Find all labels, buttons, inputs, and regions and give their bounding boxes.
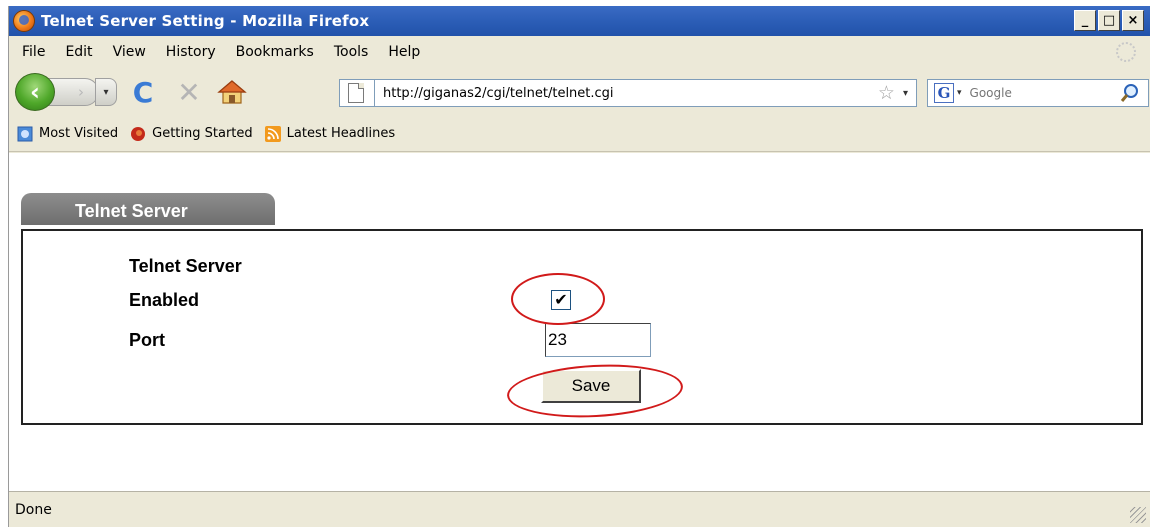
menu-help[interactable]: Help	[378, 44, 430, 60]
most-visited-icon	[17, 126, 33, 141]
engine-dropdown-icon[interactable]: ▾	[957, 88, 962, 98]
home-icon	[217, 80, 247, 104]
bookmark-label: Latest Headlines	[286, 126, 396, 141]
history-dropdown-icon[interactable]: ▾	[95, 78, 117, 106]
bookmark-latest-headlines[interactable]: Latest Headlines	[264, 125, 396, 142]
bookmark-star-icon[interactable]: ☆	[878, 82, 895, 104]
tab-telnet-server[interactable]: Telnet Server	[21, 193, 275, 225]
menu-history[interactable]: History	[156, 44, 226, 60]
menu-bar: File Edit View History Bookmarks Tools H…	[9, 36, 1150, 68]
title-bar: Telnet Server Setting - Mozilla Firefox …	[9, 6, 1150, 36]
window-controls: _ □ ×	[1074, 10, 1144, 31]
bookmark-getting-started[interactable]: Getting Started	[130, 126, 253, 142]
minimize-button[interactable]: _	[1074, 10, 1096, 31]
stop-button[interactable]: ✕	[173, 76, 205, 109]
bookmark-label: Most Visited	[39, 126, 119, 141]
reload-button[interactable]: C	[127, 76, 159, 109]
search-input[interactable]	[969, 86, 1080, 100]
bookmarks-toolbar: Most Visited Getting Started Latest Head…	[9, 116, 1150, 152]
navigation-toolbar: › ‹ ▾ C ✕ http://giganas2/cgi/telnet/tel…	[9, 68, 1150, 116]
browser-window: Telnet Server Setting - Mozilla Firefox …	[8, 6, 1150, 527]
firefox-icon	[131, 126, 146, 141]
page-content: Telnet Server Telnet Server Enabled Port…	[9, 153, 1150, 491]
maximize-button[interactable]: □	[1098, 10, 1120, 31]
firefox-icon	[13, 10, 35, 32]
page-icon	[348, 83, 364, 103]
home-button[interactable]	[217, 79, 247, 105]
back-button[interactable]: ‹	[15, 73, 55, 111]
url-divider	[374, 79, 375, 107]
settings-panel: Telnet Server Enabled Port ✔ Save	[21, 229, 1143, 425]
url-dropdown-icon[interactable]: ▾	[903, 88, 908, 99]
menu-tools[interactable]: Tools	[324, 44, 379, 60]
status-bar: Done	[9, 491, 1150, 527]
rss-icon	[264, 125, 281, 142]
google-engine-icon[interactable]: G	[934, 83, 954, 103]
menu-view[interactable]: View	[103, 44, 156, 60]
search-box[interactable]: G ▾	[927, 79, 1149, 107]
annotation-circle-checkbox	[511, 273, 605, 325]
throbber-icon	[1116, 42, 1136, 62]
resize-grip-icon[interactable]	[1130, 507, 1146, 523]
section-title: Telnet Server	[129, 256, 242, 276]
address-bar[interactable]: http://giganas2/cgi/telnet/telnet.cgi ☆ …	[339, 79, 917, 107]
close-button[interactable]: ×	[1122, 10, 1144, 31]
window-title: Telnet Server Setting - Mozilla Firefox	[41, 12, 370, 30]
port-label: Port	[129, 330, 165, 350]
search-icon[interactable]	[1120, 83, 1140, 103]
menu-file[interactable]: File	[12, 44, 55, 60]
bookmark-most-visited[interactable]: Most Visited	[17, 126, 118, 142]
enabled-label: Enabled	[129, 290, 200, 310]
bookmark-label: Getting Started	[152, 126, 253, 141]
port-input[interactable]	[545, 323, 651, 357]
menu-edit[interactable]: Edit	[55, 44, 102, 60]
menu-bookmarks[interactable]: Bookmarks	[226, 44, 324, 60]
url-text[interactable]: http://giganas2/cgi/telnet/telnet.cgi	[383, 86, 878, 101]
annotation-circle-save	[505, 360, 685, 422]
status-text: Done	[15, 501, 52, 518]
